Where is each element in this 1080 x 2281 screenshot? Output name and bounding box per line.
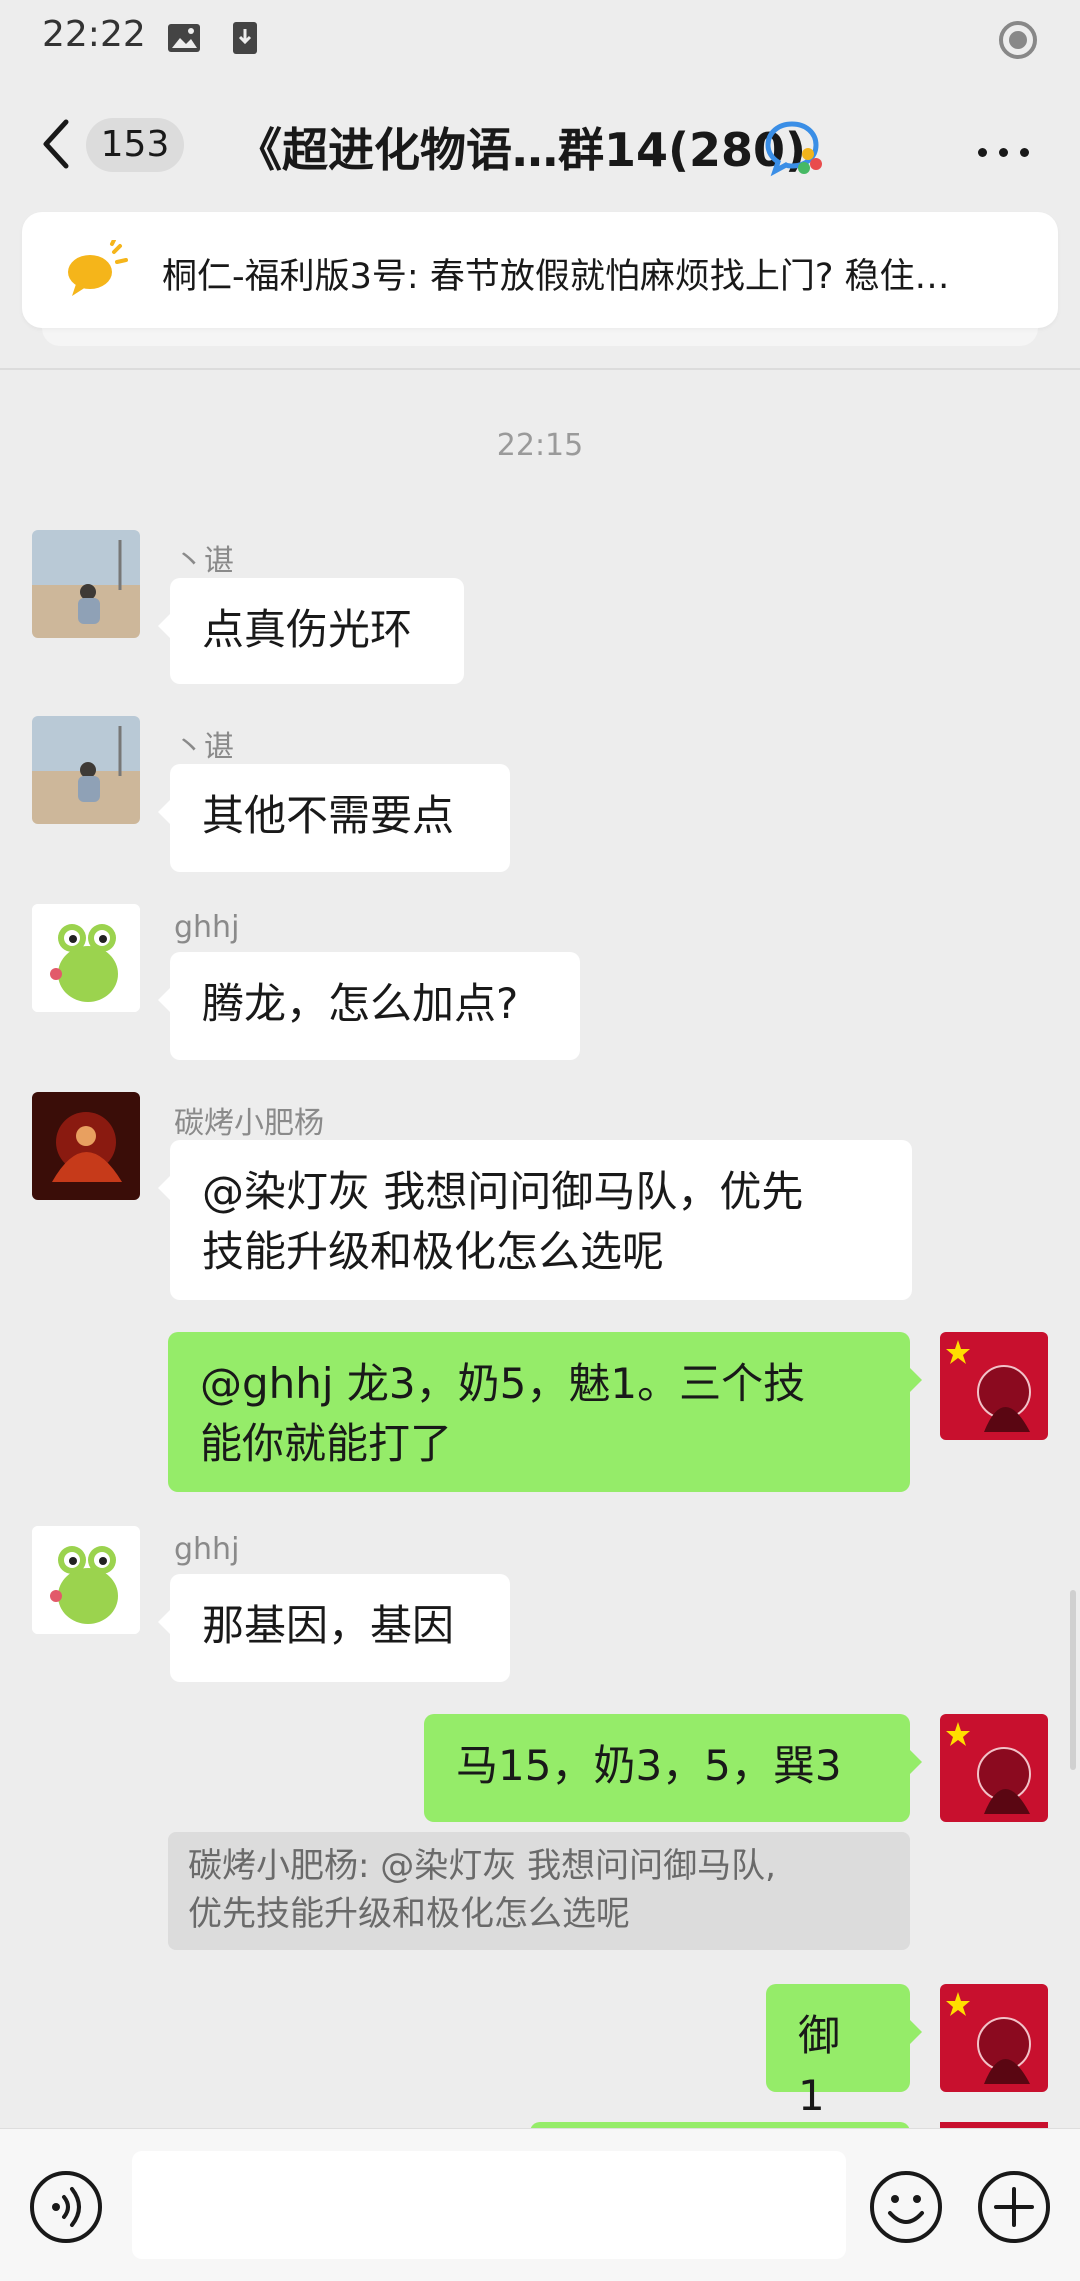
- emoji-button[interactable]: [868, 2169, 944, 2249]
- avatar[interactable]: [32, 716, 140, 824]
- message-line: 技能升级和极化怎么选呢: [202, 1227, 665, 1276]
- avatar[interactable]: [32, 530, 140, 638]
- message-line: 能你就能打了: [200, 1419, 453, 1468]
- chat-title: 《超进化物语…群14(280): [236, 123, 807, 177]
- group-chat-icon[interactable]: [764, 118, 824, 182]
- announcement-icon: [62, 238, 132, 304]
- message-bubble[interactable]: 点真伤光环: [158, 578, 464, 684]
- notice-text: 桐仁-福利版3号: 春节放假就怕麻烦找上门? 稳住…: [162, 257, 950, 297]
- voice-input-button[interactable]: [28, 2169, 104, 2249]
- avatar[interactable]: [32, 1092, 140, 1200]
- download-icon: [230, 20, 260, 60]
- header-divider: [0, 368, 1080, 370]
- message-bubble[interactable]: 腾龙，怎么加点?: [158, 952, 580, 1060]
- record-icon: [998, 20, 1038, 64]
- my-avatar[interactable]: [940, 1332, 1048, 1440]
- sender-name: ghhj: [174, 910, 240, 945]
- message-input[interactable]: [132, 2151, 846, 2259]
- status-bar: 22:22: [0, 0, 1080, 80]
- gallery-icon: [166, 20, 202, 60]
- more-functions-button[interactable]: [976, 2169, 1052, 2249]
- quote-line: 优先技能升级和极化怎么选呢: [188, 1894, 630, 1934]
- avatar[interactable]: [32, 904, 140, 1012]
- status-time: 22:22: [42, 14, 146, 55]
- chat-header: 153 《超进化物语…群14(280): [0, 80, 1080, 210]
- message-line: @ghhj 龙3，奶5，魅1。三个技: [200, 1359, 806, 1408]
- my-message-bubble[interactable]: 御 1: [766, 1984, 922, 2120]
- message-timestamp: 22:15: [496, 428, 584, 463]
- scrollbar[interactable]: [1070, 1590, 1076, 1770]
- message-bubble[interactable]: @染灯灰 我想问问御马队，优先 技能升级和极化怎么选呢: [158, 1140, 912, 1300]
- message-bubble[interactable]: 那基因，基因: [158, 1574, 510, 1682]
- unread-count-badge[interactable]: 153: [86, 118, 184, 172]
- group-notice-banner[interactable]: 桐仁-福利版3号: 春节放假就怕麻烦找上门? 稳住…: [22, 212, 1058, 328]
- my-avatar[interactable]: [940, 1714, 1048, 1822]
- message-bubble[interactable]: 其他不需要点: [158, 764, 510, 872]
- back-button[interactable]: [40, 118, 72, 174]
- my-avatar[interactable]: [940, 1984, 1048, 2092]
- avatar[interactable]: [32, 1526, 140, 1634]
- more-options-button[interactable]: [978, 142, 1029, 161]
- my-message-bubble[interactable]: @ghhj 龙3，奶5，魅1。三个技 能你就能打了: [168, 1332, 922, 1492]
- input-bar: [0, 2128, 1080, 2281]
- sender-name: 丶谌: [174, 544, 234, 579]
- message-line: @染灯灰 我想问问御马队，优先: [202, 1167, 804, 1216]
- sender-name: 碳烤小肥杨: [174, 1106, 324, 1141]
- sender-name: 丶谌: [174, 730, 234, 765]
- my-message-bubble[interactable]: 马15，奶3，5，巽3: [424, 1714, 922, 1822]
- quoted-message[interactable]: 碳烤小肥杨: @染灯灰 我想问问御马队, 优先技能升级和极化怎么选呢: [168, 1832, 910, 1950]
- quote-line: 碳烤小肥杨: @染灯灰 我想问问御马队,: [188, 1846, 776, 1886]
- sender-name: ghhj: [174, 1532, 240, 1567]
